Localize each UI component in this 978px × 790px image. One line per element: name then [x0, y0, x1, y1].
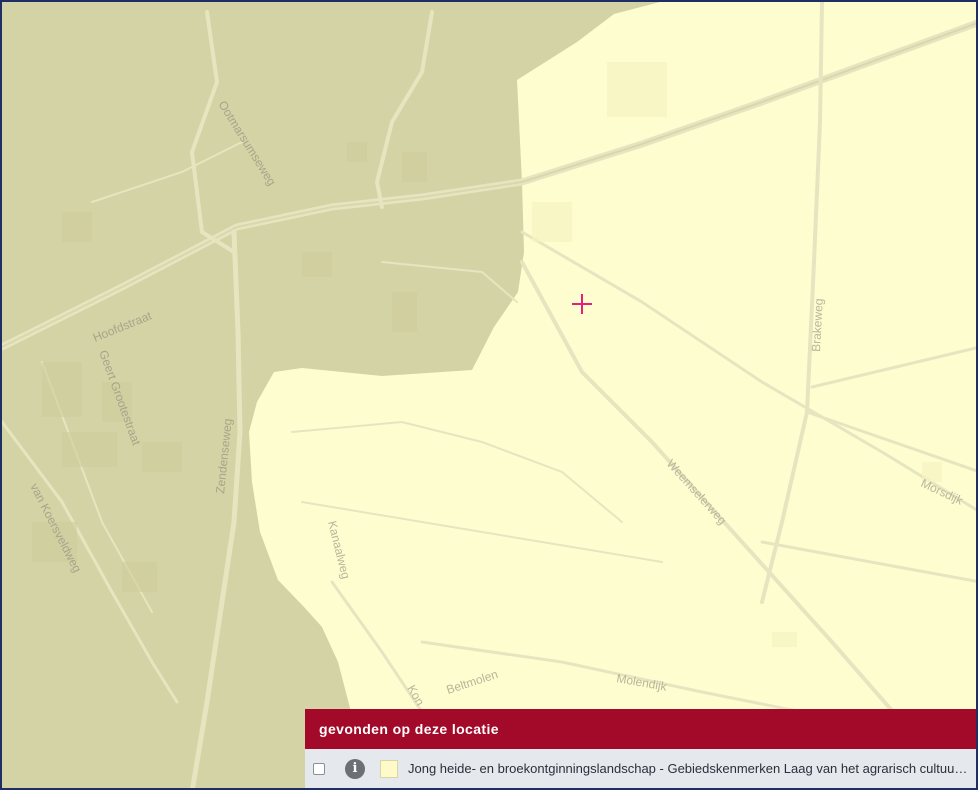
map-frame[interactable]: Ootmarsumseweg Hoofdstraat Geert Grootes…: [0, 0, 978, 790]
map-canvas[interactable]: Ootmarsumseweg Hoofdstraat Geert Grootes…: [2, 2, 978, 790]
result-checkbox[interactable]: [313, 762, 325, 775]
result-label[interactable]: Jong heide- en broekontginningslandschap…: [408, 761, 968, 776]
result-row[interactable]: i Jong heide- en broekontginningslandsch…: [305, 749, 976, 788]
street-label: Brakeweg: [809, 298, 826, 352]
legend-swatch: [380, 759, 398, 778]
panel-title: gevonden op deze locatie: [305, 709, 976, 749]
info-icon[interactable]: i: [345, 758, 365, 779]
results-panel: gevonden op deze locatie i Jong heide- e…: [305, 709, 976, 788]
